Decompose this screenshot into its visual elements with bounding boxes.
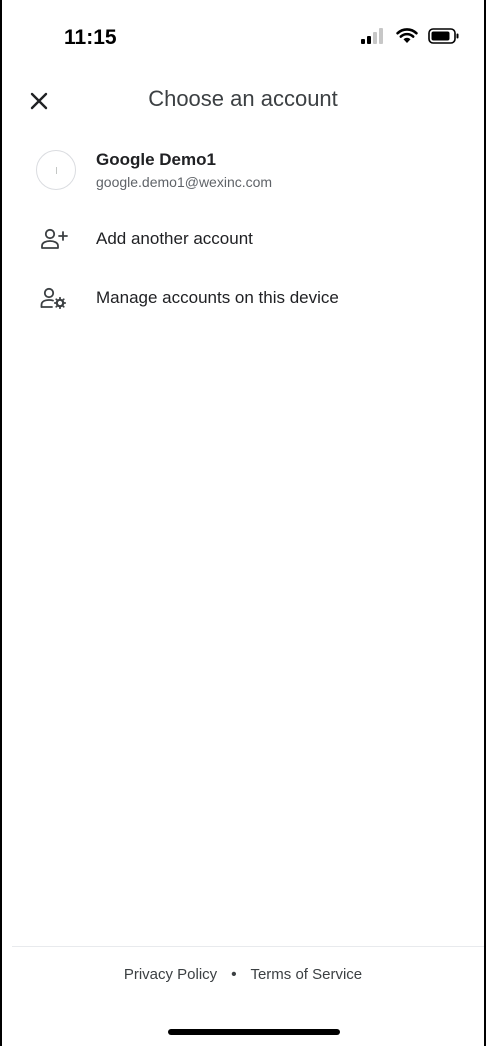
manage-accounts-icon: [40, 287, 67, 309]
status-time: 11:15: [64, 26, 117, 49]
footer-divider: [12, 946, 484, 947]
home-indicator[interactable]: [168, 1029, 340, 1035]
avatar-placeholder-icon: [56, 167, 57, 174]
status-bar: 11:15: [2, 0, 484, 80]
add-another-account-button[interactable]: Add another account: [2, 214, 484, 264]
person-add-icon: [41, 228, 68, 249]
header: Choose an account: [2, 78, 484, 124]
wifi-icon: [396, 28, 418, 43]
battery-icon: [428, 28, 459, 44]
page-title: Choose an account: [148, 86, 338, 111]
account-email: google.demo1@wexinc.com: [96, 174, 273, 190]
account-item-google-demo1[interactable]: Google Demo1 google.demo1@wexinc.com: [2, 140, 484, 204]
privacy-policy-link[interactable]: Privacy Policy: [124, 966, 217, 983]
avatar: [36, 150, 76, 190]
app-screen: 11:15 Choose an account Google Demo1 goo…: [0, 0, 486, 1046]
cellular-signal-icon: [361, 28, 383, 44]
footer: Privacy Policy • Terms of Service: [2, 966, 484, 983]
status-icons: [360, 28, 460, 44]
account-name: Google Demo1: [96, 150, 216, 169]
terms-of-service-link[interactable]: Terms of Service: [250, 966, 362, 983]
manage-accounts-label: Manage accounts on this device: [96, 288, 339, 307]
footer-separator: •: [231, 966, 237, 983]
add-account-label: Add another account: [96, 229, 253, 248]
manage-accounts-button[interactable]: Manage accounts on this device: [2, 273, 484, 323]
